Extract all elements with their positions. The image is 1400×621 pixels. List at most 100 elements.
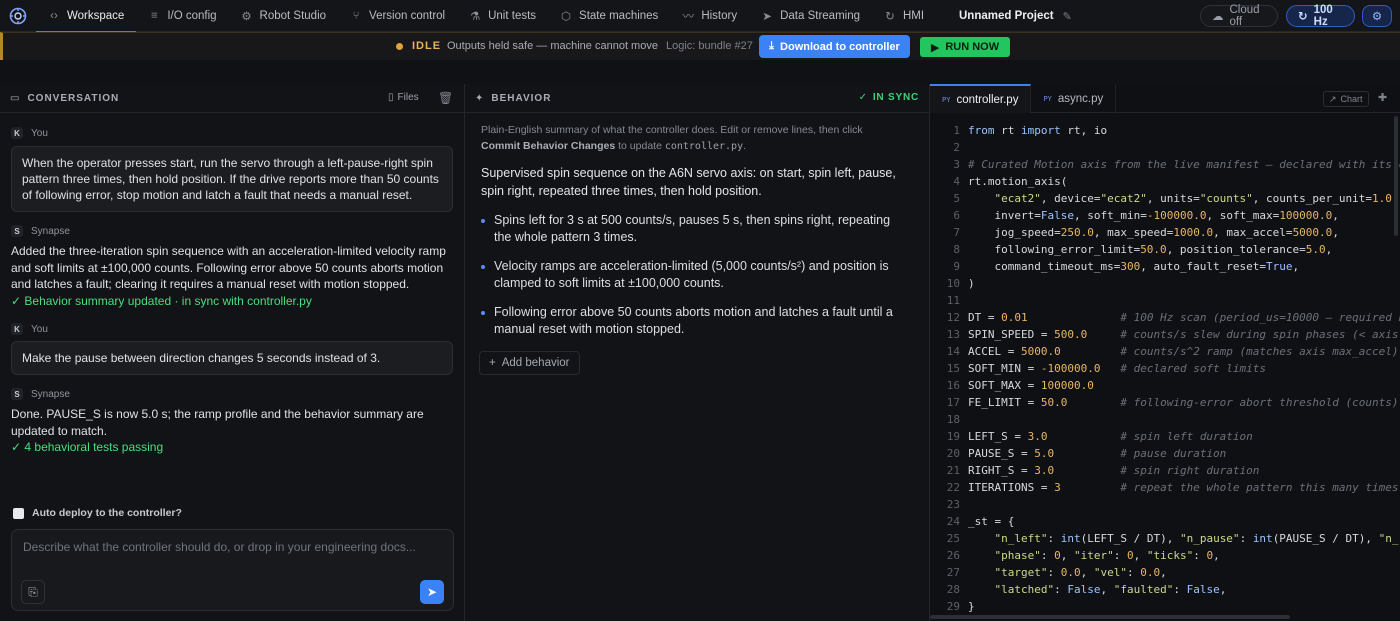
tab-history[interactable]: 〰 History — [670, 0, 749, 32]
send-icon[interactable]: ➤ — [420, 580, 444, 604]
code-line[interactable]: 3 # Curated Motion axis from the live man… — [930, 156, 1400, 173]
code-line[interactable]: 17 FE_LIMIT = 50.0 # following-error abor… — [930, 394, 1400, 411]
code-line[interactable]: 1 from rt import rt, io — [930, 122, 1400, 139]
code-line[interactable]: 4 rt.motion_axis( — [930, 173, 1400, 190]
conversation-header: ▭ CONVERSATION ▯ Files 🗑 — [0, 84, 464, 113]
code-line[interactable]: 15 SOFT_MIN = -100000.0 # declared soft l… — [930, 360, 1400, 377]
code-line[interactable]: 20 PAUSE_S = 5.0 # pause duration — [930, 445, 1400, 462]
hint-text: to update — [615, 140, 665, 152]
code-line[interactable]: 18 — [930, 411, 1400, 428]
files-button[interactable]: ▯ Files — [388, 92, 419, 103]
code-line[interactable]: 6 invert=False, soft_min=-100000.0, soft… — [930, 207, 1400, 224]
tab-unit-tests[interactable]: ⚗ Unit tests — [457, 0, 548, 32]
checkbox[interactable] — [13, 507, 24, 519]
trash-icon[interactable]: 🗑 — [438, 91, 453, 105]
line-number: 28 — [946, 583, 960, 596]
code-line[interactable]: 19 LEFT_S = 3.0 # spin left duration — [930, 428, 1400, 445]
settings-button[interactable]: ⚙ — [1362, 5, 1392, 27]
code-line[interactable]: 25 "n_left": int(LEFT_S / DT), "n_pause"… — [930, 530, 1400, 547]
sync-confirmation: ✓ Behavior summary updated · in sync wit… — [11, 293, 312, 308]
tab-robot-studio[interactable]: ⚙ Robot Studio — [229, 0, 339, 32]
chart-icon: ↗ — [1329, 93, 1337, 104]
scan-rate-button[interactable]: ↻ 100 Hz — [1286, 4, 1355, 28]
code-line[interactable]: 7 jog_speed=250.0, max_speed=1000.0, max… — [930, 224, 1400, 241]
assistant-message: Done. PAUSE_S is now 5.0 s; the ramp pro… — [11, 406, 451, 456]
code-line[interactable]: 27 "target": 0.0, "vel": 0.0, — [930, 564, 1400, 581]
code-text: } — [968, 600, 975, 613]
tab-async-py[interactable]: PY async.py — [1031, 84, 1117, 113]
author-name: Synapse — [31, 388, 70, 400]
code-line[interactable]: 16 SOFT_MAX = 100000.0 — [930, 377, 1400, 394]
line-number: 8 — [953, 243, 960, 256]
app-logo-icon[interactable] — [0, 0, 36, 32]
tab-version-control[interactable]: ⑂ Version control — [338, 0, 457, 32]
tab-hmi[interactable]: ↻ HMI — [872, 0, 936, 32]
tab-data-streaming[interactable]: ➤ Data Streaming — [749, 0, 872, 32]
line-number: 2 — [953, 141, 960, 154]
code-line[interactable]: 13 SPIN_SPEED = 500.0 # counts/s slew dur… — [930, 326, 1400, 343]
code-text: FE_LIMIT = 50.0 # following-error abort … — [968, 396, 1399, 409]
code-line[interactable]: 23 — [930, 496, 1400, 513]
code-line[interactable]: 2 — [930, 139, 1400, 156]
code-line[interactable]: 5 "ecat2", device="ecat2", units="counts… — [930, 190, 1400, 207]
behavior-list: Spins left for 3 s at 500 counts/s, paus… — [481, 212, 906, 350]
cloud-toggle[interactable]: ☁ Cloud off — [1200, 4, 1278, 28]
code-line[interactable]: 26 "phase": 0, "iter": 0, "ticks": 0, — [930, 547, 1400, 564]
project-name[interactable]: Unnamed Project ✎ — [959, 0, 1072, 32]
edit-pencil-icon[interactable]: ✎ — [1063, 10, 1072, 23]
tab-state-machines[interactable]: ⬡ State machines — [548, 0, 670, 32]
code-line[interactable]: 14 ACCEL = 5000.0 # counts/s^2 ramp (matc… — [930, 343, 1400, 360]
line-number: 27 — [946, 566, 960, 579]
machine-state: IDLE — [412, 40, 442, 52]
tab-label: Robot Studio — [259, 9, 327, 22]
tab-label: Version control — [369, 9, 446, 22]
author-name: You — [31, 127, 48, 139]
code-editor-panel: PY controller.py PY async.py ↗ Chart ✚ 1… — [930, 84, 1400, 621]
horizontal-scrollbar[interactable] — [930, 615, 1290, 619]
message-composer[interactable]: Describe what the controller should do, … — [11, 529, 454, 611]
tab-i-o-config[interactable]: ≡ I/O config — [136, 0, 228, 32]
code-icon: ‹› — [50, 9, 58, 22]
code-line[interactable]: 12 DT = 0.01 # 100 Hz scan (period_us=100… — [930, 309, 1400, 326]
assistant-message: Added the three-iteration spin sequence … — [11, 243, 451, 309]
code-line[interactable]: 10) — [930, 275, 1400, 292]
code-line[interactable]: 21 RIGHT_S = 3.0 # spin right duration — [930, 462, 1400, 479]
behavior-summary[interactable]: Supervised spin sequence on the A6N serv… — [481, 164, 906, 200]
line-number: 20 — [946, 447, 960, 460]
code-text: SOFT_MAX = 100000.0 — [968, 379, 1094, 392]
plus-icon: + — [489, 357, 496, 369]
pin-icon[interactable]: ✚ — [1378, 91, 1387, 104]
add-behavior-button[interactable]: + Add behavior — [479, 351, 580, 375]
composer-placeholder[interactable]: Describe what the controller should do, … — [23, 540, 416, 554]
tab-workspace[interactable]: ‹› Workspace — [36, 0, 137, 33]
author-name: You — [31, 323, 48, 335]
line-number: 18 — [946, 413, 960, 426]
behavior-item[interactable]: Spins left for 3 s at 500 counts/s, paus… — [481, 212, 906, 246]
flask-icon: ⚗ — [469, 10, 481, 23]
file-icon: ▯ — [388, 92, 394, 103]
auto-deploy-checkbox[interactable]: Auto deploy to the controller? — [13, 507, 182, 519]
paperclip-icon[interactable]: ⎘ — [21, 580, 45, 604]
code-line[interactable]: 9 command_timeout_ms=300, auto_fault_res… — [930, 258, 1400, 275]
behavior-title: ✦ BEHAVIOR — [475, 93, 551, 104]
behavior-title-text: BEHAVIOR — [491, 93, 552, 104]
code-line[interactable]: 11 — [930, 292, 1400, 309]
code-text: SOFT_MIN = -100000.0 # declared soft lim… — [968, 362, 1267, 375]
code-line[interactable]: 8 following_error_limit=50.0, position_t… — [930, 241, 1400, 258]
code-line[interactable]: 24 _st = { — [930, 513, 1400, 530]
chart-button[interactable]: ↗ Chart — [1323, 91, 1369, 107]
line-number: 12 — [946, 311, 960, 324]
download-to-controller-button[interactable]: ⤓ Download to controller — [759, 35, 910, 58]
add-behavior-label: Add behavior — [501, 357, 570, 369]
tab-controller-py[interactable]: PY controller.py — [930, 84, 1032, 113]
assistant-text: Done. PAUSE_S is now 5.0 s; the ramp pro… — [11, 407, 424, 438]
run-now-button[interactable]: ▶ RUN NOW — [920, 37, 1010, 57]
code-line[interactable]: 28 "latched": False, "faulted": False, — [930, 581, 1400, 598]
behavior-item[interactable]: Velocity ramps are acceleration-limited … — [481, 258, 906, 292]
code-line[interactable]: 29} — [930, 598, 1400, 615]
code-line[interactable]: 22 ITERATIONS = 3 # repeat the whole patt… — [930, 479, 1400, 496]
code-area[interactable]: 1 from rt import rt, io 2 3 # Curated Motion… — [930, 122, 1400, 615]
behavior-item[interactable]: Following error above 50 counts aborts m… — [481, 304, 906, 338]
conversation-title-text: CONVERSATION — [27, 93, 120, 104]
vertical-scrollbar[interactable] — [1394, 116, 1398, 236]
